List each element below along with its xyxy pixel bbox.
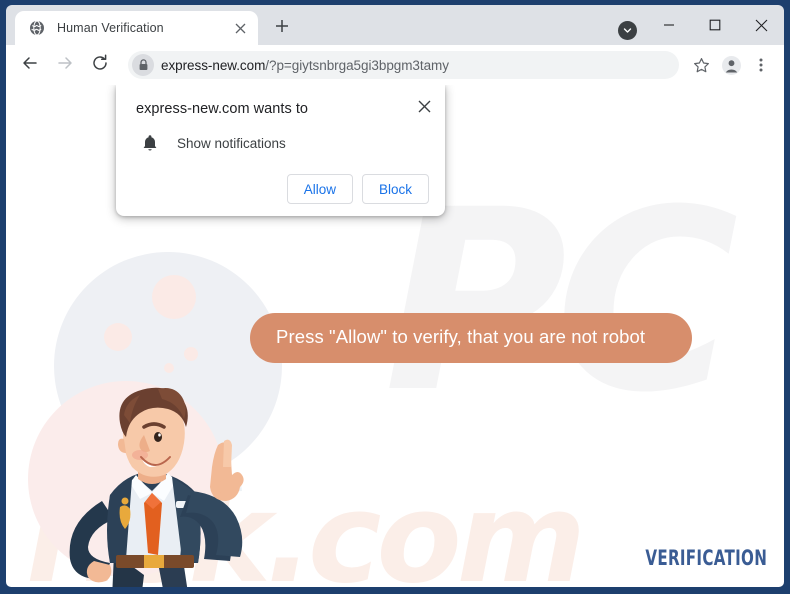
address-bar[interactable]: express-new.com/?p=giytsnbrga5gi3bpgm3ta… — [128, 51, 679, 79]
speech-bubble: Press "Allow" to verify, that you are no… — [202, 313, 692, 363]
arrow-right-icon — [56, 54, 74, 77]
browser-tab-human-verification[interactable]: Human Verification — [15, 11, 258, 45]
reload-icon — [91, 54, 109, 77]
background-dot — [164, 363, 174, 373]
notification-permission-dialog: express-new.com wants to Show notificati… — [116, 85, 445, 216]
new-tab-button[interactable] — [268, 14, 296, 42]
permission-row: Show notifications — [136, 134, 429, 152]
forward-button[interactable] — [50, 50, 80, 80]
chevron-down-circle-icon[interactable] — [618, 21, 637, 40]
back-button[interactable] — [15, 50, 45, 80]
dialog-actions: Allow Block — [136, 174, 429, 204]
dialog-title: express-new.com wants to — [136, 101, 309, 117]
tab-strip: Human Verification — [6, 5, 784, 45]
profile-avatar-icon[interactable] — [717, 51, 745, 79]
arrow-left-icon — [21, 54, 39, 77]
url-host: express-new.com — [161, 57, 266, 73]
background-dot — [184, 347, 198, 361]
dialog-close-icon[interactable] — [412, 94, 436, 118]
tab-close-icon[interactable] — [230, 18, 250, 38]
lock-icon[interactable] — [132, 54, 154, 76]
block-button[interactable]: Block — [361, 174, 429, 204]
allow-button[interactable]: Allow — [286, 174, 353, 204]
speech-bubble-text: Press "Allow" to verify, that you are no… — [276, 326, 646, 347]
browser-toolbar: express-new.com/?p=giytsnbrga5gi3bpgm3ta… — [6, 45, 784, 85]
minimize-button[interactable] — [646, 5, 692, 45]
reload-button[interactable] — [85, 50, 115, 80]
address-bar-url: express-new.com/?p=giytsnbrga5gi3bpgm3ta… — [161, 58, 449, 73]
close-button[interactable] — [738, 5, 784, 45]
tab-title: Human Verification — [57, 21, 164, 35]
globe-icon — [29, 20, 45, 36]
background-dot — [152, 275, 196, 319]
three-dot-menu-icon[interactable] — [747, 51, 775, 79]
cartoon-businessman-illustration — [69, 387, 244, 587]
permission-label: Show notifications — [177, 135, 286, 151]
maximize-button[interactable] — [692, 5, 738, 45]
bookmark-star-icon[interactable] — [687, 51, 715, 79]
url-path: /?p=giytsnbrga5gi3bpgm3tamy — [265, 57, 449, 73]
background-dot — [104, 323, 132, 351]
speech-bubble-body: Press "Allow" to verify, that you are no… — [250, 313, 692, 363]
toolbar-actions — [685, 51, 775, 79]
bell-icon — [139, 134, 161, 152]
window-controls — [646, 5, 784, 45]
verification-wordmark: VERIFICATION — [645, 546, 767, 570]
plus-icon — [275, 19, 289, 38]
page-viewport: PC risk.com Press "Allow" to verify, tha… — [6, 85, 784, 587]
browser-window: Human Verification express-new.com/?p=gi… — [0, 0, 790, 594]
